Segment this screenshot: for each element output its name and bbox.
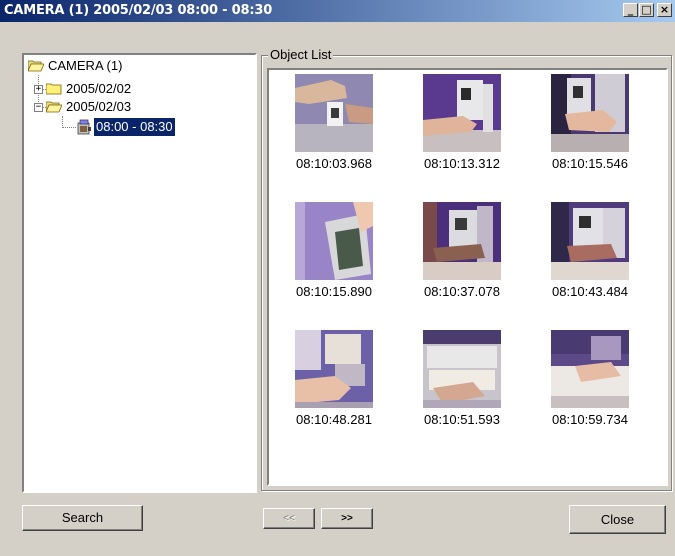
expand-button[interactable]: + [34,85,43,94]
thumbnail-image[interactable] [551,74,629,152]
search-button[interactable]: Search [22,505,143,531]
tree-label-root: CAMERA (1) [48,58,123,73]
thumbnail-image[interactable] [295,330,373,408]
object-list-pane[interactable]: 08:10:03.968 08:10:13.312 08:10:15.546 0… [267,68,668,486]
close-window-button[interactable]: × [657,3,672,17]
thumbnail-image[interactable] [423,330,501,408]
previous-page-button[interactable]: << [263,508,315,529]
thumbnail-image[interactable] [551,330,629,408]
tree-label: 2005/02/03 [66,99,132,114]
maximize-button[interactable]: □ [639,3,654,17]
window-title: CAMERA (1) 2005/02/03 08:00 - 08:30 [4,3,273,18]
folder-icon [46,83,62,95]
close-button[interactable]: Close [569,505,666,534]
timestamp-label: 08:10:37.078 [424,284,500,299]
open-folder-icon [46,101,62,113]
timestamp-label: 08:10:43.484 [552,284,628,299]
object-list-label: Object List [268,47,334,63]
open-folder-icon [28,60,44,72]
timestamp-label: 08:10:15.890 [296,284,372,299]
thumbnail-image[interactable] [423,74,501,152]
timestamp-label: 08:10:03.968 [296,156,372,171]
minimize-button[interactable]: _ [623,3,638,17]
timestamp-label: 08:10:13.312 [424,156,500,171]
thumbnail-image[interactable] [295,202,373,280]
next-page-button[interactable]: >> [321,508,373,529]
timestamp-label: 08:10:59.734 [552,412,628,427]
video-clip-icon [77,119,91,135]
timestamp-label: 08:10:51.593 [424,412,500,427]
thumbnail-image[interactable] [295,74,373,152]
tree-label-selected: 08:00 - 08:30 [94,118,175,136]
collapse-button[interactable]: − [34,103,43,112]
tree-label: 2005/02/02 [66,81,132,96]
thumbnail-image[interactable] [423,202,501,280]
tree-connector [62,127,76,128]
timestamp-label: 08:10:48.281 [296,412,372,427]
title-bar[interactable]: CAMERA (1) 2005/02/03 08:00 - 08:30 _ □ … [0,0,675,22]
thumbnail-image[interactable] [551,202,629,280]
timestamp-label: 08:10:15.546 [552,156,628,171]
camera-tree-view[interactable]: CAMERA (1) + 2005/02/02 − 2005/02/03 08:… [22,53,257,493]
